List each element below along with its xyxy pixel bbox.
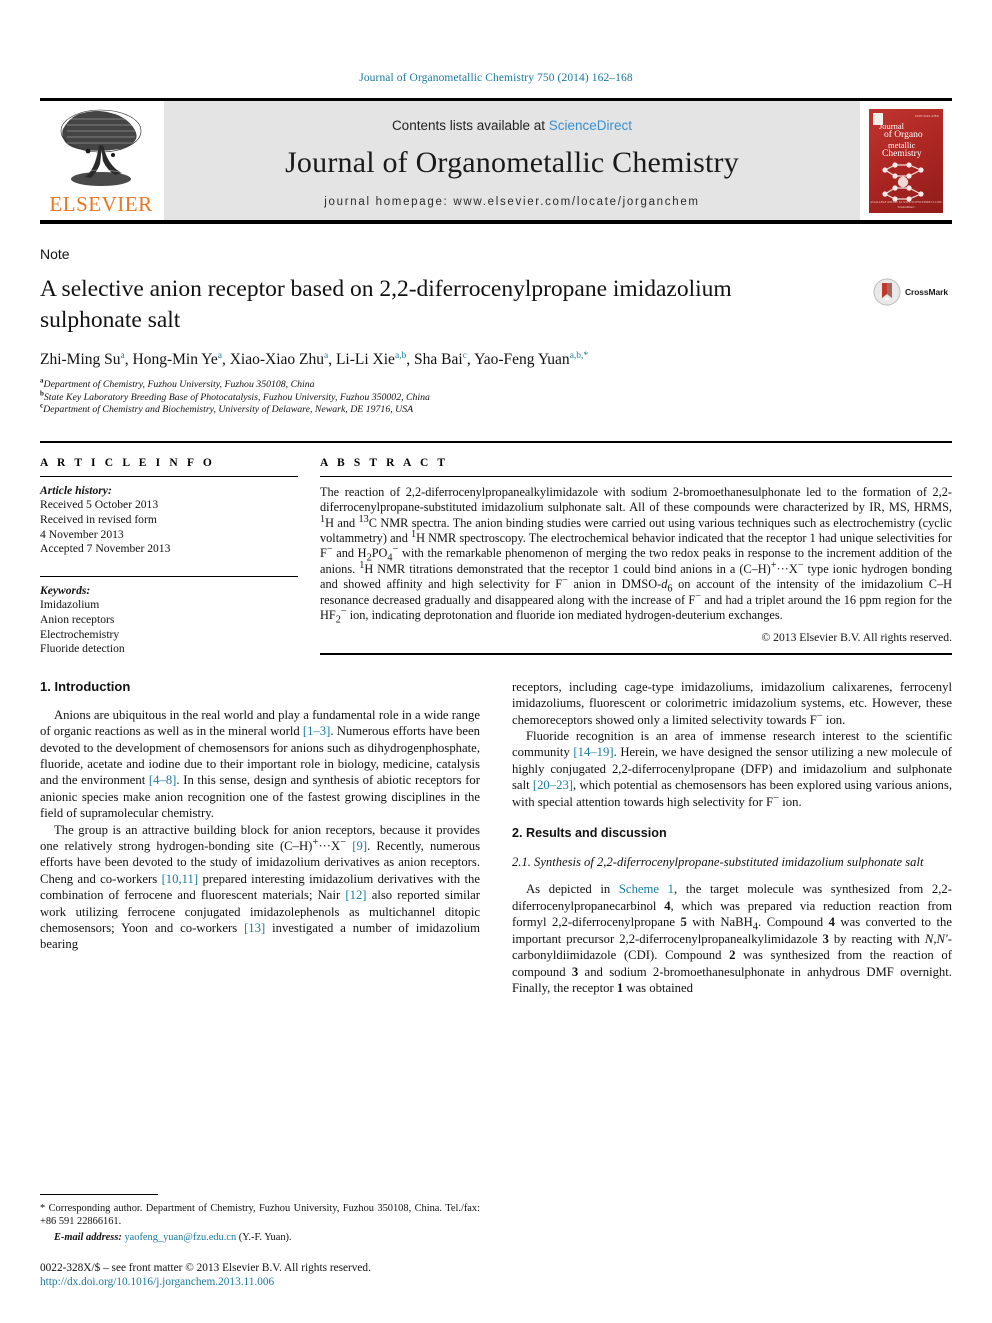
- abstract-copyright: © 2013 Elsevier B.V. All rights reserved…: [761, 631, 952, 645]
- author-affil-marker: a,b,*: [569, 350, 589, 361]
- author-affil-marker: a,b: [394, 350, 407, 361]
- corresponding-author-note: * Corresponding author. Department of Ch…: [40, 1202, 480, 1228]
- paragraph: Fluoride recognition is an area of immen…: [512, 728, 952, 809]
- keyword-item: Imidazolium: [40, 598, 100, 612]
- email-attribution: (Y.-F. Yuan).: [238, 1231, 292, 1243]
- keyword-item: Electrochemistry: [40, 627, 120, 641]
- running-head: Journal of Organometallic Chemistry 750 …: [359, 72, 633, 84]
- footnote-rule: [40, 1193, 158, 1195]
- author-affil-marker: c: [462, 350, 467, 361]
- cover-title-line4: Chemistry: [882, 149, 922, 159]
- article-type-label: Note: [40, 246, 70, 262]
- cover-footer-brand: ScienceDirect: [897, 204, 915, 209]
- abstract-heading: A B S T R A C T: [320, 456, 449, 469]
- abstract-text: The reaction of 2,2-diferrocenylpropanea…: [320, 484, 952, 626]
- article-history-item: Accepted 7 November 2013: [40, 542, 171, 556]
- cover-issn: ISSN 0022-328X: [915, 113, 939, 118]
- paragraph: The group is an attractive building bloc…: [40, 822, 481, 952]
- article-history-items: Received 5 October 2013 Received in revis…: [40, 498, 298, 556]
- page-title: A selective anion receptor based on 2,2-…: [40, 276, 732, 333]
- footnote-area: * Corresponding author. Department of Ch…: [40, 1193, 480, 1289]
- email-label: E-mail address:: [54, 1231, 122, 1243]
- affiliation-2: bState Key Laboratory Breeding Base of P…: [40, 389, 430, 403]
- title-row: A selective anion receptor based on 2,2-…: [40, 274, 952, 336]
- cover-footer-tagline: AVAILABLE ONLINE AT WWW.SCIENCEDIRECT.CO…: [870, 200, 942, 204]
- author-6: Yao-Feng Yuana,b,*: [474, 350, 589, 368]
- author-affil-marker: a: [217, 350, 222, 361]
- elsevier-wordmark: ELSEVIER: [49, 192, 153, 216]
- author-3: Xiao-Xiao Zhua,: [229, 350, 336, 368]
- heading-introduction: 1. Introduction: [40, 678, 131, 694]
- email-link[interactable]: yaofeng_yuan@fzu.edu.cn: [124, 1232, 236, 1243]
- issn-line: 0022-328X/$ – see front matter © 2013 El…: [40, 1262, 371, 1274]
- email-note: E-mail address: yaofeng_yuan@fzu.edu.cn …: [40, 1231, 480, 1244]
- crossmark-badge[interactable]: CrossMark: [873, 278, 952, 306]
- body-column-left: 1. Introduction Anions are ubiquitous in…: [40, 679, 480, 997]
- article-history-item: Received 5 October 2013: [40, 498, 159, 512]
- elsevier-logo-block: ELSEVIER: [40, 101, 162, 220]
- article-page: Journal of Organometallic Chemistry 750 …: [0, 0, 992, 1323]
- body-column-right: receptors, including cage-type imidazoli…: [512, 679, 952, 997]
- keywords-items: Imidazolium Anion receptors Electrochemist…: [40, 598, 298, 656]
- issn-block: 0022-328X/$ – see front matter © 2013 El…: [40, 1261, 480, 1289]
- affiliation-list: aDepartment of Chemistry, Fuzhou Univers…: [40, 376, 952, 417]
- heading-results-discussion: 2. Results and discussion: [512, 825, 667, 840]
- body-columns: 1. Introduction Anions are ubiquitous in…: [40, 679, 952, 997]
- journal-banner: Contents lists available at ScienceDirec…: [164, 101, 860, 220]
- cover-title: Journal of Organo metallic Chemistry: [879, 121, 923, 160]
- article-info-column: A R T I C L E I N F O Article history: R…: [40, 457, 298, 657]
- abstract-column: A B S T R A C T The reaction of 2,2-dife…: [320, 457, 952, 657]
- contents-prefix: Contents lists available at: [391, 117, 549, 133]
- sciencedirect-link[interactable]: ScienceDirect: [549, 118, 632, 133]
- journal-cover-thumbnail[interactable]: ISSN 0022-328X Journal of Organo metalli…: [869, 108, 943, 213]
- journal-masthead: ELSEVIER Contents lists available at Sci…: [40, 98, 952, 224]
- article-history-block: Article history: Received 5 October 2013…: [40, 477, 298, 557]
- article-history-label: Article history:: [40, 483, 112, 497]
- keywords-label: Keywords:: [40, 583, 91, 597]
- info-abstract-section: A R T I C L E I N F O Article history: R…: [40, 440, 952, 657]
- author-2: Hong-Min Yea,: [132, 350, 230, 368]
- keywords-block: Keywords: Imidazolium Anion receptors Elec…: [40, 577, 298, 657]
- affiliation-3: cDepartment of Chemistry and Biochemistr…: [40, 401, 414, 416]
- author-5: Sha Baic,: [414, 350, 475, 368]
- intro-paragraphs: Anions are ubiquitous in the real world …: [40, 707, 480, 953]
- affiliation-1: aDepartment of Chemistry, Fuzhou Univers…: [40, 376, 315, 390]
- results-paragraph: As depicted in Scheme 1, the target mole…: [512, 882, 953, 995]
- keyword-item: Fluoride detection: [40, 642, 125, 656]
- journal-cover-block: ISSN 0022-328X Journal of Organo metalli…: [860, 101, 952, 220]
- keyword-item: Anion receptors: [40, 612, 115, 626]
- paragraph: receptors, including cage-type imidazoli…: [512, 679, 952, 727]
- article-history-item: Received in revised form: [40, 512, 157, 526]
- cover-molecule-icon: [882, 161, 924, 202]
- crossmark-label: CrossMark: [904, 287, 948, 297]
- doi-link[interactable]: http://dx.doi.org/10.1016/j.jorganchem.2…: [40, 1275, 480, 1289]
- article-info-heading: A R T I C L E I N F O: [40, 456, 215, 469]
- paragraph: Anions are ubiquitous in the real world …: [40, 707, 480, 821]
- contents-available-line: Contents lists available at ScienceDirec…: [392, 118, 632, 133]
- abstract-bottom-rule: [320, 653, 952, 656]
- article-history-item: 4 November 2013: [40, 527, 124, 541]
- journal-title: Journal of Organometallic Chemistry: [285, 145, 739, 179]
- author-affil-marker: a: [120, 350, 125, 361]
- author-list: Zhi-Ming Sua, Hong-Min Yea, Xiao-Xiao Zh…: [40, 350, 952, 370]
- author-affil-marker: a: [324, 350, 329, 361]
- intro-paragraphs-continued: receptors, including cage-type imidazoli…: [512, 679, 952, 810]
- crossmark-icon: [873, 278, 901, 306]
- elsevier-tree-icon: [60, 109, 142, 186]
- journal-homepage-link[interactable]: journal homepage: www.elsevier.com/locat…: [324, 196, 699, 208]
- author-1: Zhi-Ming Sua,: [40, 350, 133, 368]
- heading-synthesis-subsection: 2.1. Synthesis of 2,2-diferrocenylpropan…: [512, 854, 924, 869]
- author-4: Li-Li Xiea,b,: [335, 350, 415, 368]
